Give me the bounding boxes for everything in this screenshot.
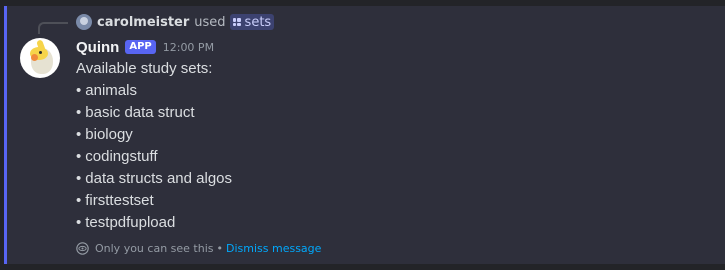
eye-icon xyxy=(76,241,89,255)
command-name: sets xyxy=(244,14,272,30)
chat-window: carolmeister used sets Quinn APP 12:00 P… xyxy=(0,0,725,270)
interaction-reply-header[interactable]: carolmeister used sets xyxy=(76,13,275,31)
cockatiel-eye xyxy=(39,51,42,54)
reply-spine xyxy=(38,22,68,34)
message-timestamp[interactable]: 12:00 PM xyxy=(163,41,214,54)
dismiss-message-link[interactable]: Dismiss message xyxy=(226,242,321,255)
user-avatar-icon[interactable] xyxy=(76,14,92,30)
list-item: • biology xyxy=(76,126,133,143)
reply-username[interactable]: carolmeister xyxy=(97,15,189,30)
ephemeral-separator: • xyxy=(216,241,224,255)
list-item: • animals xyxy=(76,82,137,99)
highlight-accent-bar xyxy=(4,6,7,264)
list-item: • testpdfupload xyxy=(76,214,176,231)
command-mention[interactable]: sets xyxy=(229,14,275,30)
ephemeral-text: Only you can see this xyxy=(95,241,214,255)
cockatiel-cheek xyxy=(31,54,38,61)
message-content: Available study sets: • animals • basic da… xyxy=(76,58,232,234)
app-badge: APP xyxy=(125,40,156,54)
list-item: • data structs and algos xyxy=(76,170,233,187)
study-set-list: • animals • basic data struct • biology • co… xyxy=(76,80,232,234)
app-command-icon xyxy=(232,18,241,26)
bot-username[interactable]: Quinn xyxy=(76,39,119,56)
ephemeral-notice: Only you can see this • Dismiss message xyxy=(76,240,321,256)
message-intro: Available study sets: xyxy=(76,60,213,77)
reply-used-text: used xyxy=(194,14,226,30)
bot-avatar[interactable] xyxy=(20,38,60,78)
list-item: • firsttestset xyxy=(76,192,154,209)
list-item: • codingstuff xyxy=(76,148,158,165)
list-item: • basic data struct xyxy=(76,104,195,121)
message-header: Quinn APP 12:00 PM xyxy=(76,37,214,57)
